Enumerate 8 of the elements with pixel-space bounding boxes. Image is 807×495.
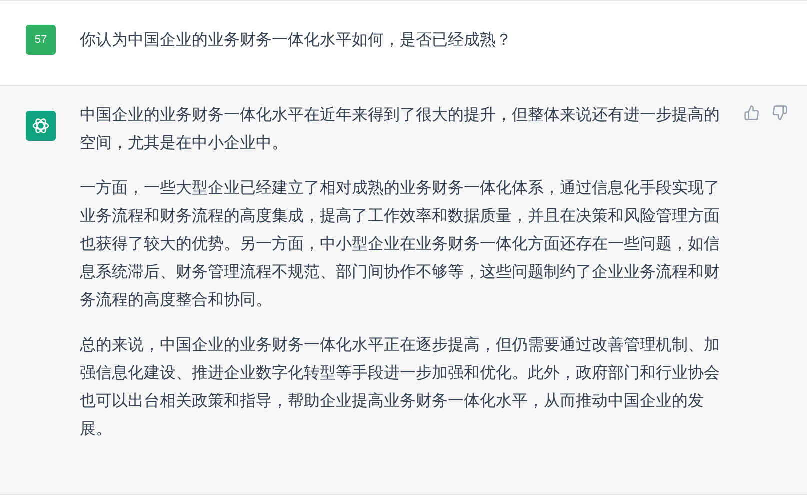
thumbs-up-icon[interactable] xyxy=(744,105,760,121)
thumbs-down-icon[interactable] xyxy=(772,105,788,121)
question-text: 你认为中国企业的业务财务一体化水平如何，是否已经成熟？ xyxy=(80,30,512,51)
answer-paragraph: 总的来说，中国企业的业务财务一体化水平正在逐步提高，但仍需要通过改善管理机制、加强信息化建设、推进企业数字化转型等手段进一步加强和优化。此外，政府部门和行业协会也可以出台相关政策和指导，帮助企业提高业务财务一体化水平，从而推动中国企业的发展。 xyxy=(80,335,721,440)
assistant-logo-icon xyxy=(26,111,56,141)
answer-paragraph: 一方面，一些大型企业已经建立了相对成熟的业务财务一体化体系，通过信息化手段实现了业务流程和财务流程的高度集成，提高了工作效率和数据质量，并且在决策和风险管理方面也获得了较大的优势。另一方面，中小型企业在业务财务一体化方面还存在一些问题，如信息系统滞后、财务管理流程不规范、部门间协作不够等，这些问题制约了企业业务流程和财务流程的高度整合和协同。 xyxy=(80,178,721,311)
user-avatar: 57 xyxy=(26,25,56,55)
answer-paragraph: 中国企业的业务财务一体化水平在近年来得到了很大的提升，但整体来说还有进一步提高的空间，尤其是在中小企业中。 xyxy=(80,106,721,154)
